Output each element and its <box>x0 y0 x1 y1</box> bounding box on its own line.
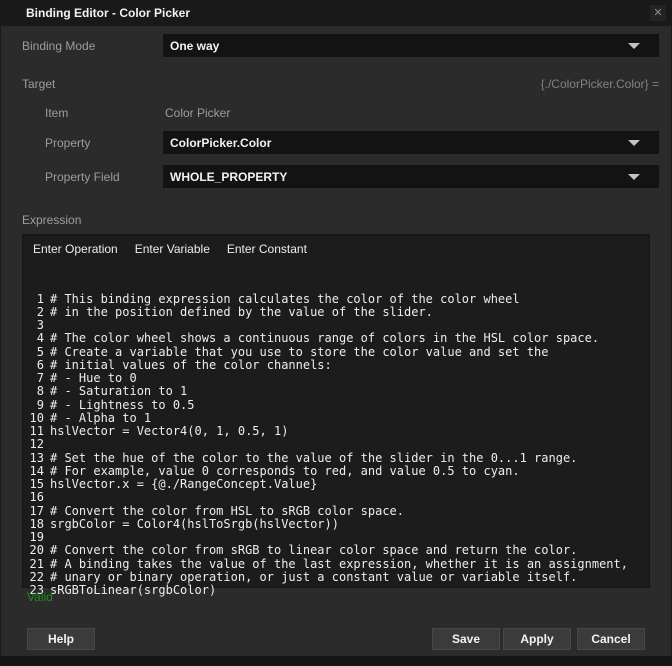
binding-mode-label: Binding Mode <box>22 39 95 53</box>
enter-operation-button[interactable]: Enter Operation <box>33 242 118 256</box>
code-text: hslVector = Vector4(0, 1, 0.5, 1) <box>50 424 288 438</box>
code-line: 21 # A binding takes the value of the las… <box>29 558 645 571</box>
code-text: # - Saturation to 1 <box>50 384 187 398</box>
code-line: 11 hslVector = Vector4(0, 1, 0.5, 1) <box>29 425 645 438</box>
code-text: # - Hue to 0 <box>50 371 137 385</box>
code-line: 23sRGBToLinear(srgbColor) <box>29 584 645 597</box>
code-line: 17 # Convert the color from HSL to sRGB c… <box>29 505 645 518</box>
expression-section-label: Expression <box>22 213 81 227</box>
code-text: hslVector.x = {@./RangeConcept.Value} <box>50 477 317 491</box>
code-line: 4 # The color wheel shows a continuous ra… <box>29 332 645 345</box>
dialog-bottom-edge <box>0 656 672 666</box>
line-number: 7 <box>29 372 44 385</box>
help-button[interactable]: Help <box>27 628 95 650</box>
line-number: 14 <box>29 465 44 478</box>
enter-constant-button[interactable]: Enter Constant <box>227 242 307 256</box>
code-text: # Create a variable that you use to stor… <box>50 345 549 359</box>
property-field-label: Property Field <box>45 170 120 184</box>
line-number: 9 <box>29 399 44 412</box>
code-line: 1 # This binding expression calculates th… <box>29 293 645 306</box>
line-number: 16 <box>29 491 44 504</box>
binding-mode-value: One way <box>170 39 219 53</box>
code-text: # - Lightness to 0.5 <box>50 398 195 412</box>
apply-button[interactable]: Apply <box>503 628 571 650</box>
chevron-down-icon <box>628 174 640 180</box>
line-number: 13 <box>29 452 44 465</box>
code-line: 15 hslVector.x = {@./RangeConcept.Value} <box>29 478 645 491</box>
code-line: 9 # - Lightness to 0.5 <box>29 399 645 412</box>
code-text: # The color wheel shows a continuous ran… <box>50 331 599 345</box>
line-number: 19 <box>29 531 44 544</box>
code-text: srgbColor = Color4(hslToSrgb(hslVector)) <box>50 517 339 531</box>
code-text: # A binding takes the value of the last … <box>50 557 628 571</box>
code-text: # initial values of the color channels: <box>50 358 332 372</box>
binding-editor-dialog: Binding Editor - Color Picker ✕ Binding … <box>0 0 672 666</box>
code-line: 7 # - Hue to 0 <box>29 372 645 385</box>
line-number: 8 <box>29 385 44 398</box>
line-number: 10 <box>29 412 44 425</box>
code-line: 19 <box>29 531 645 544</box>
cancel-button[interactable]: Cancel <box>577 628 645 650</box>
line-number: 15 <box>29 478 44 491</box>
line-number: 1 <box>29 293 44 306</box>
code-line: 8 # - Saturation to 1 <box>29 385 645 398</box>
code-text: # Convert the color from sRGB to linear … <box>50 543 577 557</box>
expression-toolbar: Enter Operation Enter Variable Enter Con… <box>33 242 307 256</box>
code-text: # in the position defined by the value o… <box>50 305 433 319</box>
code-line: 13 # Set the hue of the color to the valu… <box>29 452 645 465</box>
close-icon[interactable]: ✕ <box>650 5 666 21</box>
line-number: 20 <box>29 544 44 557</box>
item-value: Color Picker <box>165 106 230 120</box>
property-value: ColorPicker.Color <box>170 136 271 150</box>
line-number: 18 <box>29 518 44 531</box>
expression-code-editor[interactable]: 1 # This binding expression calculates th… <box>29 266 645 624</box>
code-line: 2 # in the position defined by the value … <box>29 306 645 319</box>
line-number: 4 <box>29 332 44 345</box>
line-number: 2 <box>29 306 44 319</box>
line-number: 11 <box>29 425 44 438</box>
code-text: # - Alpha to 1 <box>50 411 151 425</box>
code-line: 16 <box>29 491 645 504</box>
target-binding-hint: {./ColorPicker.Color} = <box>541 77 659 91</box>
property-field-dropdown[interactable]: WHOLE_PROPERTY <box>163 165 659 188</box>
validation-status: Valid <box>27 590 53 604</box>
code-line: 5 # Create a variable that you use to sto… <box>29 346 645 359</box>
expression-editor-panel: Enter Operation Enter Variable Enter Con… <box>22 234 650 588</box>
line-number: 5 <box>29 346 44 359</box>
item-label: Item <box>45 106 68 120</box>
property-field-value: WHOLE_PROPERTY <box>170 170 287 184</box>
line-number: 22 <box>29 571 44 584</box>
line-number: 6 <box>29 359 44 372</box>
titlebar: Binding Editor - Color Picker <box>0 0 672 26</box>
code-text: # Convert the color from HSL to sRGB col… <box>50 504 404 518</box>
code-text: # unary or binary operation, or just a c… <box>50 570 577 584</box>
window-title: Binding Editor - Color Picker <box>26 6 190 20</box>
property-dropdown[interactable]: ColorPicker.Color <box>163 131 659 154</box>
code-text: # For example, value 0 corresponds to re… <box>50 464 520 478</box>
property-label: Property <box>45 136 90 150</box>
code-line: 6 # initial values of the color channels: <box>29 359 645 372</box>
code-line: 22 # unary or binary operation, or just a… <box>29 571 645 584</box>
line-number: 21 <box>29 558 44 571</box>
code-line: 18 srgbColor = Color4(hslToSrgb(hslVector… <box>29 518 645 531</box>
line-number: 3 <box>29 319 44 332</box>
code-text: sRGBToLinear(srgbColor) <box>50 583 216 597</box>
code-line: 20 # Convert the color from sRGB to linea… <box>29 544 645 557</box>
line-number: 17 <box>29 505 44 518</box>
code-text: # This binding expression calculates the… <box>50 292 520 306</box>
enter-variable-button[interactable]: Enter Variable <box>135 242 210 256</box>
binding-mode-dropdown[interactable]: One way <box>163 34 659 57</box>
code-line: 14 # For example, value 0 corresponds to … <box>29 465 645 478</box>
code-text: # Set the hue of the color to the value … <box>50 451 577 465</box>
code-line: 12 <box>29 438 645 451</box>
code-line: 3 <box>29 319 645 332</box>
save-button[interactable]: Save <box>432 628 500 650</box>
code-line: 10 # - Alpha to 1 <box>29 412 645 425</box>
line-number: 12 <box>29 438 44 451</box>
chevron-down-icon <box>628 43 640 49</box>
code-lines: 1 # This binding expression calculates th… <box>29 293 645 598</box>
target-section-label: Target <box>22 77 55 91</box>
chevron-down-icon <box>628 140 640 146</box>
